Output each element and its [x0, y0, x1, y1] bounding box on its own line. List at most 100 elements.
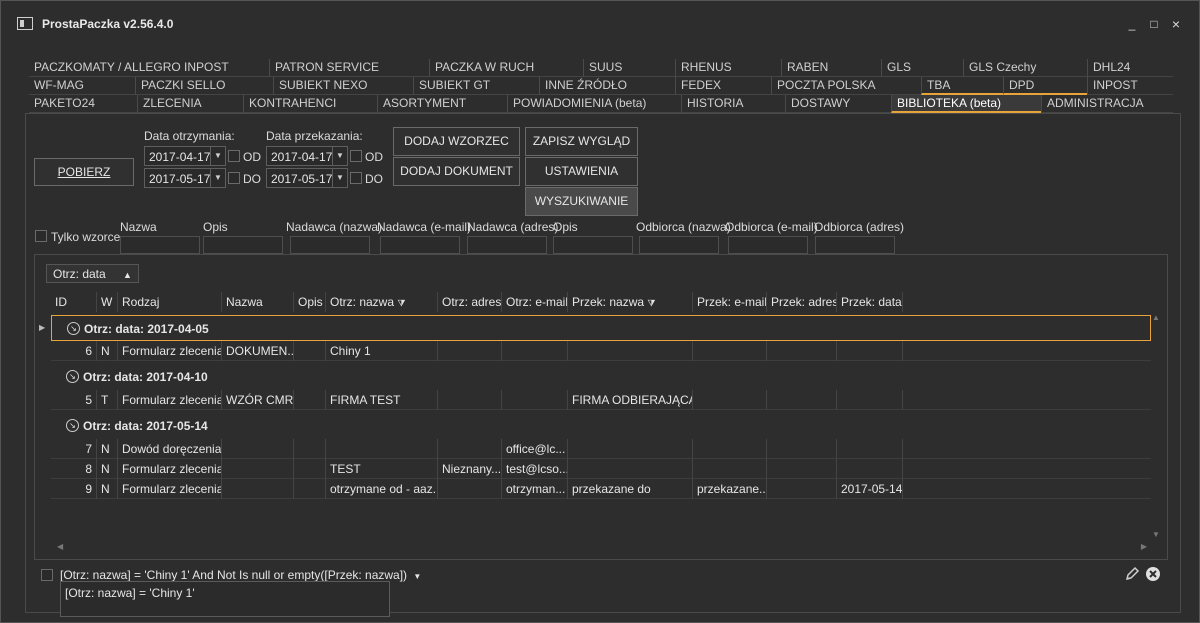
- otrz-do-checkbox[interactable]: [228, 172, 240, 184]
- zapisz-wyglad-button[interactable]: ZAPISZ WYGLĄD: [525, 127, 638, 156]
- col-header-w[interactable]: W: [97, 292, 118, 312]
- filter-enabled-checkbox[interactable]: [41, 569, 53, 581]
- tab-rhenus[interactable]: RHENUS: [675, 59, 781, 77]
- filter-history-item[interactable]: [Otrz: nazwa] = 'Chiny 1': [65, 586, 195, 600]
- group-row[interactable]: ↘ Otrz: data: 2017-04-05: [51, 315, 1151, 341]
- scroll-right-icon[interactable]: ▶: [1141, 542, 1147, 551]
- filter-icon[interactable]: ⧩: [397, 298, 405, 308]
- collapse-icon[interactable]: ↘: [66, 370, 79, 383]
- dodaj-dokument-button[interactable]: DODAJ DOKUMENT: [393, 157, 520, 186]
- col-header-przek-data[interactable]: Przek: data: [837, 292, 903, 312]
- tab-suus[interactable]: SUUS: [583, 59, 675, 77]
- tab-poczta-polska[interactable]: POCZTA POLSKA: [771, 77, 921, 95]
- col-header-przek-email[interactable]: Przek: e-mail: [693, 292, 767, 312]
- tab-administracja[interactable]: ADMINISTRACJA: [1041, 95, 1173, 113]
- filter-expression[interactable]: [Otrz: nazwa] = 'Chiny 1' And Not Is nul…: [60, 568, 421, 582]
- filter-odbiorca-nazwa-input[interactable]: [639, 236, 719, 254]
- tab-biblioteka[interactable]: BIBLIOTEKA (beta): [891, 95, 1041, 113]
- tab-gls-czechy[interactable]: GLS Czechy: [963, 59, 1087, 77]
- sort-ascending-icon[interactable]: ▲: [123, 270, 132, 280]
- table-row[interactable]: 9 N Formularz zlecenia otrzymane od - aa…: [51, 479, 1151, 499]
- collapse-icon[interactable]: ↘: [66, 419, 79, 432]
- tab-paketo24[interactable]: PAKETO24: [29, 95, 137, 113]
- przek-do-date-picker[interactable]: 2017-05-17 ▼: [266, 168, 348, 188]
- filter-nadawca-adres-input[interactable]: [467, 236, 547, 254]
- otrz-od-date-picker[interactable]: 2017-04-17 ▼: [144, 146, 226, 166]
- filter-nazwa-input[interactable]: [120, 236, 200, 254]
- groupby-chip[interactable]: Otrz: data ▲: [46, 264, 139, 283]
- cell-id: 7: [51, 439, 97, 459]
- przek-od-checkbox[interactable]: [350, 150, 362, 162]
- tab-tba[interactable]: TBA: [921, 77, 1003, 95]
- ustawienia-button[interactable]: USTAWIENIA: [525, 157, 638, 186]
- przek-do-checkbox[interactable]: [350, 172, 362, 184]
- tab-gls[interactable]: GLS: [881, 59, 963, 77]
- table-row[interactable]: 8 N Formularz zlecenia TEST Nieznany... …: [51, 459, 1151, 479]
- col-header-opis[interactable]: Opis: [294, 292, 326, 312]
- maximize-button[interactable]: □: [1147, 17, 1161, 31]
- tab-raben[interactable]: RABEN: [781, 59, 881, 77]
- tab-dhl24[interactable]: DHL24: [1087, 59, 1173, 77]
- col-header-przek-adres[interactable]: Przek: adres: [767, 292, 837, 312]
- table-row[interactable]: 7 N Dowód doręczenia office@lc...: [51, 439, 1151, 459]
- tab-paczka-w-ruch[interactable]: PACZKA W RUCH: [429, 59, 583, 77]
- wyszukiwanie-button[interactable]: WYSZUKIWANIE: [525, 187, 638, 216]
- otrz-do-date-picker[interactable]: 2017-05-17 ▼: [144, 168, 226, 188]
- filter-nadawca-email-input[interactable]: [380, 236, 460, 254]
- otrz-od-checkbox[interactable]: [228, 150, 240, 162]
- edit-filter-icon[interactable]: [1124, 566, 1140, 582]
- minimize-button[interactable]: _: [1125, 17, 1139, 31]
- vertical-scrollbar[interactable]: ▲ ▼: [1149, 313, 1163, 539]
- scroll-down-icon[interactable]: ▼: [1152, 530, 1160, 539]
- tab-subiekt-gt[interactable]: SUBIEKT GT: [413, 77, 539, 95]
- chevron-down-icon[interactable]: ▼: [332, 169, 347, 187]
- tab-subiekt-nexo[interactable]: SUBIEKT NEXO: [273, 77, 413, 95]
- tab-fedex[interactable]: FEDEX: [675, 77, 771, 95]
- group-row[interactable]: ↘ Otrz: data: 2017-04-10: [51, 364, 1151, 390]
- tab-wf-mag[interactable]: WF-MAG: [29, 77, 135, 95]
- group-row[interactable]: ↘ Otrz: data: 2017-05-14: [51, 413, 1151, 439]
- chevron-down-icon[interactable]: ▼: [413, 572, 421, 581]
- tab-paczki-sello[interactable]: PACZKI SELLO: [135, 77, 273, 95]
- col-header-nazwa[interactable]: Nazwa: [222, 292, 294, 312]
- collapse-icon[interactable]: ↘: [67, 322, 80, 335]
- tab-patron-service[interactable]: PATRON SERVICE: [269, 59, 429, 77]
- close-button[interactable]: ×: [1169, 17, 1183, 31]
- chevron-down-icon[interactable]: ▼: [210, 147, 225, 165]
- col-header-przek-nazwa[interactable]: Przek: nazwa ⧩: [568, 292, 693, 312]
- table-row[interactable]: 5 T Formularz zlecenia WZÓR CMR FIRMA TE…: [51, 390, 1151, 410]
- dodaj-wzorzec-button[interactable]: DODAJ WZORZEC: [393, 127, 520, 156]
- pobierz-button[interactable]: POBIERZ: [34, 158, 134, 186]
- tab-historia[interactable]: HISTORIA: [681, 95, 785, 113]
- tab-zlecenia[interactable]: ZLECENIA: [137, 95, 243, 113]
- table-row[interactable]: 6 N Formularz zlecenia DOKUMEN... Chiny …: [51, 341, 1151, 361]
- tab-powiadomienia[interactable]: POWIADOMIENIA (beta): [507, 95, 681, 113]
- filter-opis-input[interactable]: [203, 236, 283, 254]
- tab-dostawy[interactable]: DOSTAWY: [785, 95, 891, 113]
- chevron-down-icon[interactable]: ▼: [332, 147, 347, 165]
- col-header-otrz-email[interactable]: Otrz: e-mail: [502, 292, 568, 312]
- col-header-otrz-adres[interactable]: Otrz: adres: [438, 292, 502, 312]
- tab-inne-zrodlo[interactable]: INNE ŹRÓDŁO: [539, 77, 675, 95]
- tab-paczkomaty[interactable]: PACZKOMATY / ALLEGRO INPOST: [29, 59, 269, 77]
- filter-opis-2-input[interactable]: [553, 236, 633, 254]
- filter-icon[interactable]: ⧩: [647, 298, 655, 308]
- chevron-down-icon[interactable]: ▼: [210, 169, 225, 187]
- scroll-left-icon[interactable]: ◀: [57, 542, 63, 551]
- tab-kontrahenci[interactable]: KONTRAHENCI: [243, 95, 377, 113]
- tylko-wzorce-checkbox[interactable]: [35, 230, 47, 242]
- col-header-id[interactable]: ID: [51, 292, 97, 312]
- col-header-otrz-nazwa[interactable]: Otrz: nazwa ⧩: [326, 292, 438, 312]
- tab-dpd[interactable]: DPD: [1003, 77, 1087, 95]
- col-header-rodzaj[interactable]: Rodzaj: [118, 292, 222, 312]
- clear-filter-icon[interactable]: [1145, 566, 1161, 582]
- filter-odbiorca-email-input[interactable]: [728, 236, 808, 254]
- horizontal-scrollbar[interactable]: ◀ ▶: [51, 541, 1151, 553]
- tab-inpost[interactable]: INPOST: [1087, 77, 1173, 95]
- scroll-up-icon[interactable]: ▲: [1152, 313, 1160, 322]
- filter-nadawca-nazwa-input[interactable]: [290, 236, 370, 254]
- cell-przek-adres: [767, 390, 837, 410]
- przek-od-date-picker[interactable]: 2017-04-17 ▼: [266, 146, 348, 166]
- filter-odbiorca-adres-input[interactable]: [815, 236, 895, 254]
- tab-asortyment[interactable]: ASORTYMENT: [377, 95, 507, 113]
